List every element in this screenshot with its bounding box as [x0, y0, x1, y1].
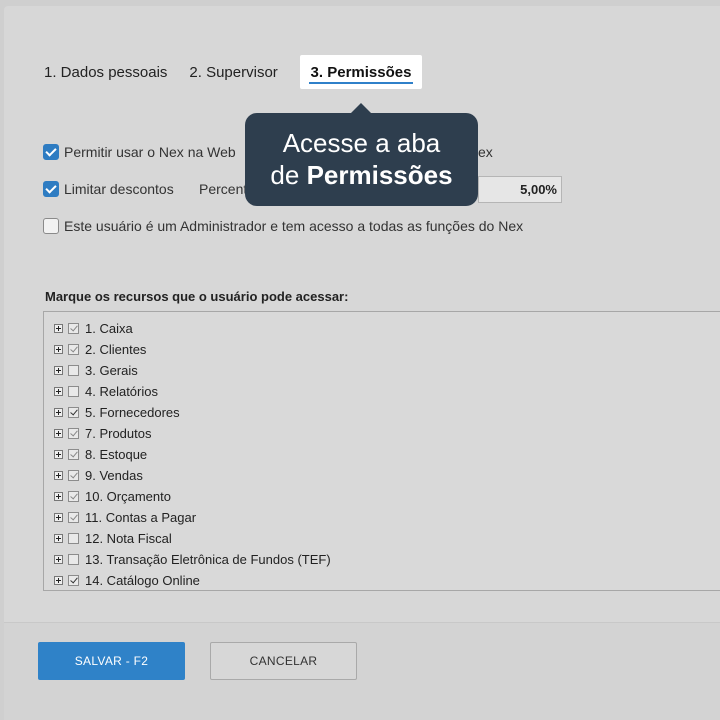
option-limit-discount[interactable]: Limitar descontos — [43, 181, 174, 197]
tree-item-label: 4. Relatórios — [85, 383, 158, 399]
tree-item[interactable]: 9. Vendas — [54, 465, 143, 485]
tree-item[interactable]: 3. Gerais — [54, 360, 138, 380]
tree-item[interactable]: 10. Orçamento — [54, 486, 171, 506]
tree-item[interactable]: 12. Nota Fiscal — [54, 528, 172, 548]
tree-item-label: 2. Clientes — [85, 341, 147, 357]
tooltip-line2: de Permissões — [245, 159, 478, 191]
tree-item[interactable]: 11. Contas a Pagar — [54, 507, 196, 527]
resources-tree[interactable]: 1. Caixa 2. Clientes 3. Gerais 4. Relatório… — [43, 311, 720, 591]
tree-item-label: 12. Nota Fiscal — [85, 530, 172, 546]
tree-item-checkbox[interactable] — [68, 364, 79, 376]
tree-item-label: 10. Orçamento — [85, 488, 171, 504]
tree-item-label: 13. Transação Eletrônica de Fundos (TEF) — [85, 551, 331, 567]
tree-item-label: 11. Contas a Pagar — [85, 509, 197, 525]
tree-item-checkbox[interactable] — [68, 385, 79, 397]
save-button[interactable]: SALVAR - F2 — [38, 642, 185, 680]
tree-item[interactable]: 7. Produtos — [54, 423, 152, 443]
tooltip-line2-prefix: de — [270, 160, 307, 190]
tree-item-label: 8. Estoque — [85, 446, 148, 462]
admin-checkbox[interactable] — [43, 218, 59, 234]
admin-label: Este usuário é um Administrador e tem ac… — [64, 218, 524, 234]
tree-item[interactable]: 8. Estoque — [54, 444, 147, 464]
expand-icon[interactable] — [54, 344, 63, 354]
tree-item-label: 1. Caixa — [85, 320, 133, 336]
tab-supervisor[interactable]: 2. Supervisor — [189, 64, 277, 81]
tree-item[interactable]: 13. Transação Eletrônica de Fundos (TEF) — [54, 549, 331, 569]
expand-icon[interactable] — [54, 407, 63, 417]
discount-percent-text: Percent — [199, 181, 248, 197]
web-access-label-tail: ex — [478, 144, 493, 160]
tree-item-label: 9. Vendas — [85, 467, 143, 483]
expand-icon[interactable] — [54, 428, 63, 438]
tree-item[interactable]: 1. Caixa — [54, 318, 133, 338]
tooltip-line1: Acesse a aba — [282, 128, 441, 158]
option-web-access[interactable]: Permitir usar o Nex na Web — [43, 144, 236, 160]
option-admin[interactable]: Este usuário é um Administrador e tem ac… — [43, 218, 523, 234]
web-access-label: Permitir usar o Nex na Web — [64, 144, 236, 160]
expand-icon[interactable] — [54, 449, 63, 459]
tree-item-checkbox[interactable] — [68, 511, 79, 523]
tree-item-checkbox[interactable] — [68, 343, 79, 355]
tree-item-label: 3. Gerais — [85, 362, 138, 378]
tree-item-checkbox[interactable] — [68, 427, 79, 439]
tree-item[interactable]: 5. Fornecedores — [54, 402, 180, 422]
expand-icon[interactable] — [54, 386, 63, 396]
expand-icon[interactable] — [54, 470, 63, 480]
tooltip-arrow — [349, 103, 373, 115]
expand-icon[interactable] — [54, 491, 63, 501]
discount-percent-input[interactable]: 5,00% — [478, 176, 562, 203]
tree-item-checkbox[interactable] — [68, 469, 79, 481]
resources-label: Marque os recursos que o usuário pode ac… — [45, 289, 349, 304]
tree-item-checkbox[interactable] — [68, 574, 79, 586]
web-access-checkbox[interactable] — [43, 144, 59, 160]
web-access-label-suffix: ex — [478, 144, 493, 160]
expand-icon[interactable] — [54, 533, 63, 543]
expand-icon[interactable] — [54, 554, 63, 564]
expand-icon[interactable] — [54, 323, 63, 333]
expand-icon[interactable] — [54, 512, 63, 522]
cancel-button[interactable]: CANCELAR — [210, 642, 357, 680]
tree-item-checkbox[interactable] — [68, 322, 79, 334]
tree-item-label: 5. Fornecedores — [85, 404, 180, 420]
tooltip-line2-bold: Permissões — [306, 160, 453, 190]
tree-item-checkbox[interactable] — [68, 532, 79, 544]
tree-item-checkbox[interactable] — [68, 406, 79, 418]
tree-item-checkbox[interactable] — [68, 553, 79, 565]
discount-percent-label: Percent — [199, 181, 247, 197]
tree-item-label: 7. Produtos — [85, 425, 152, 441]
tooltip-hint: Acesse a aba de Permissões — [245, 103, 478, 206]
tree-item[interactable]: 2. Clientes — [54, 339, 146, 359]
tree-item-checkbox[interactable] — [68, 490, 79, 502]
tab-permissoes-label: 3. Permissões — [310, 63, 412, 81]
tab-dados-pessoais[interactable]: 1. Dados pessoais — [44, 64, 167, 81]
tree-item[interactable]: 14. Catálogo Online — [54, 570, 200, 590]
limit-discount-label: Limitar descontos — [64, 181, 174, 197]
tree-item[interactable]: 4. Relatórios — [54, 381, 158, 401]
active-tab-underline — [309, 82, 413, 84]
tab-permissoes[interactable]: 3. Permissões — [300, 55, 422, 89]
tree-item-checkbox[interactable] — [68, 448, 79, 460]
tree-item-label: 14. Catálogo Online — [85, 572, 200, 588]
limit-discount-checkbox[interactable] — [43, 181, 59, 197]
expand-icon[interactable] — [54, 365, 63, 375]
tab-bar: 1. Dados pessoais 2. Supervisor — [44, 60, 300, 84]
expand-icon[interactable] — [54, 575, 63, 585]
